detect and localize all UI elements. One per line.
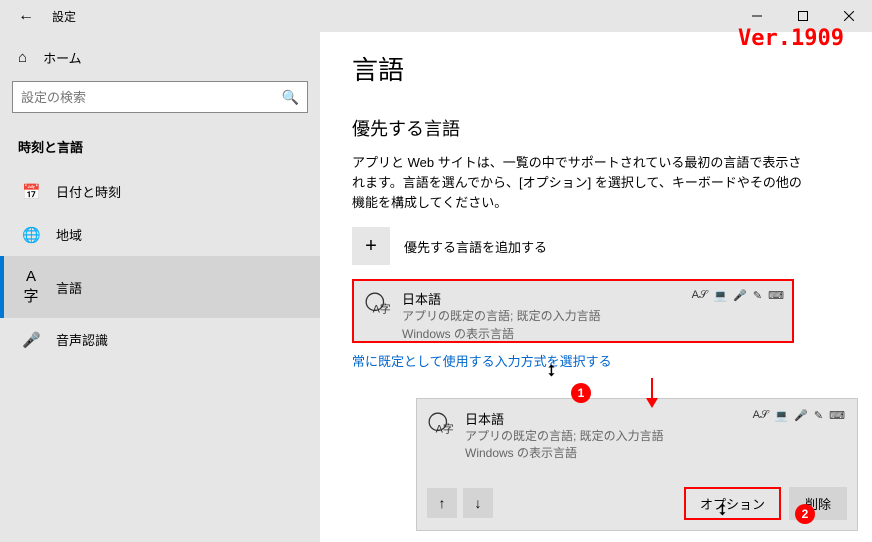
plus-icon: + [352, 227, 390, 265]
language-globe-icon: A字 [364, 289, 390, 321]
annotation-marker-2: 2 [795, 504, 815, 524]
expanded-language-sub1: アプリの既定の言語; 既定の入力言語 [465, 428, 847, 445]
page-title: 言語 [352, 50, 840, 87]
back-icon[interactable]: ← [18, 7, 34, 25]
expanded-language-sub2: Windows の表示言語 [465, 445, 847, 462]
preferred-languages-header: 優先する言語 [352, 115, 840, 141]
move-down-button[interactable]: ↓ [463, 488, 493, 518]
svg-text:A字: A字 [436, 422, 453, 436]
cursor-icon: ⭥ [718, 502, 727, 520]
calendar-icon: 📅 [22, 183, 40, 201]
annotation-marker-1: 1 [571, 383, 591, 403]
language-subtitle-2: Windows の表示言語 [402, 326, 782, 343]
sidebar: ⌂ ホーム 🔍 時刻と言語 📅 日付と時刻 🌐 地域 A字 言語 🎤 音声認識 [0, 32, 320, 542]
sidebar-item-language[interactable]: A字 言語 [0, 256, 320, 318]
preferred-languages-desc: アプリと Web サイトは、一覧の中でサポートされている最初の言語で表示されます… [352, 153, 812, 213]
keyboard-icon: ⌨ [768, 289, 784, 302]
text-to-speech-icon: A𝒮 [753, 409, 769, 422]
expanded-feature-icons: A𝒮 💻 🎤 ✎ ⌨ [753, 409, 845, 422]
annotation-arrow-icon [642, 378, 662, 408]
language-expanded-panel: A字 日本語 アプリの既定の言語; 既定の入力言語 Windows の表示言語 … [416, 398, 858, 531]
microphone-icon: 🎤 [22, 331, 40, 349]
move-up-button[interactable]: ↑ [427, 488, 457, 518]
sidebar-item-label: 地域 [56, 225, 82, 244]
window-title: 設定 [52, 8, 76, 25]
svg-text:A字: A字 [373, 302, 390, 316]
speech-icon: 🎤 [733, 289, 747, 302]
text-to-speech-icon: A𝒮 [692, 289, 708, 302]
options-button-label: オプション [700, 497, 765, 512]
sidebar-item-label: 言語 [56, 278, 82, 297]
display-icon: 💻 [774, 409, 788, 422]
options-button[interactable]: オプション [684, 487, 781, 520]
keyboard-icon: ⌨ [829, 409, 845, 422]
sidebar-item-label: 日付と時刻 [56, 182, 121, 201]
sidebar-section-title: 時刻と言語 [0, 127, 320, 170]
globe-icon: 🌐 [22, 226, 40, 244]
speech-icon: 🎤 [794, 409, 808, 422]
sidebar-item-speech[interactable]: 🎤 音声認識 [0, 318, 320, 361]
add-language-label: 優先する言語を追加する [404, 237, 547, 256]
search-box[interactable]: 🔍 [12, 81, 308, 113]
home-icon: ⌂ [18, 49, 27, 66]
home-label: ホーム [43, 48, 82, 67]
search-icon: 🔍 [282, 89, 299, 106]
search-input[interactable] [21, 90, 282, 105]
handwriting-icon: ✎ [753, 289, 762, 302]
sidebar-home[interactable]: ⌂ ホーム [0, 38, 320, 81]
language-icon: A字 [22, 268, 40, 306]
sidebar-item-region[interactable]: 🌐 地域 [0, 213, 320, 256]
version-badge: Ver.1909 [738, 26, 844, 51]
language-card-japanese[interactable]: A字 日本語 アプリの既定の言語; 既定の入力言語 Windows の表示言語 … [352, 279, 794, 343]
display-icon: 💻 [713, 289, 727, 302]
language-globe-icon: A字 [427, 409, 453, 441]
add-language-row[interactable]: + 優先する言語を追加する [352, 227, 840, 265]
default-input-link[interactable]: 常に既定として使用する入力方式を選択する [352, 351, 840, 370]
cursor-icon: ⭥ [547, 363, 556, 381]
sidebar-item-label: 音声認識 [56, 330, 108, 349]
language-subtitle-1: アプリの既定の言語; 既定の入力言語 [402, 308, 782, 325]
handwriting-icon: ✎ [814, 409, 823, 422]
sidebar-item-datetime[interactable]: 📅 日付と時刻 [0, 170, 320, 213]
language-feature-icons: A𝒮 💻 🎤 ✎ ⌨ [692, 289, 784, 302]
